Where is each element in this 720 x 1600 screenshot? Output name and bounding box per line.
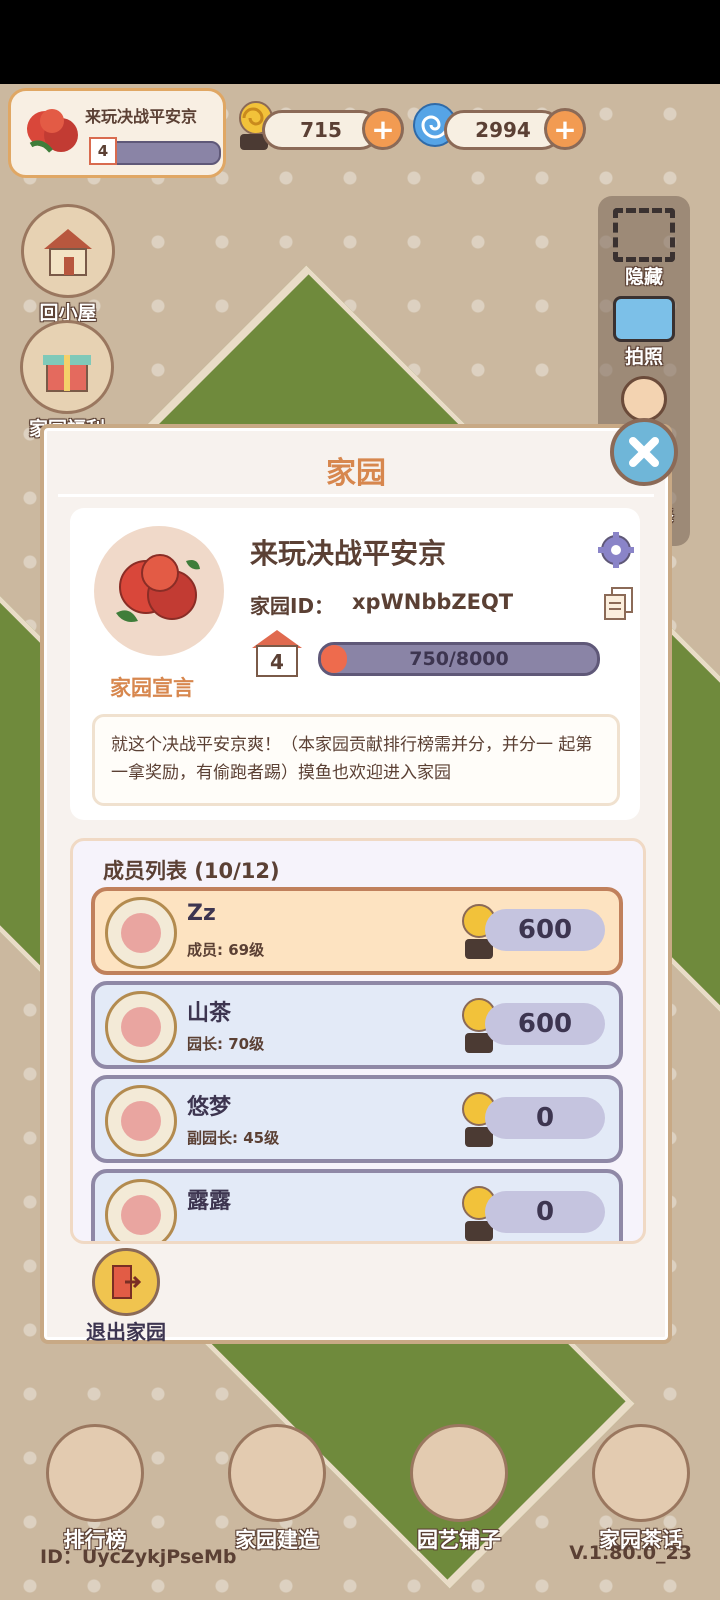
dialog-title: 家园 bbox=[326, 456, 386, 491]
member-list-title: 成员列表 (10/12) bbox=[103, 859, 280, 883]
member-score: 600 bbox=[485, 909, 605, 951]
exit-home-label: 退出家园 bbox=[86, 1320, 166, 1344]
nav-build[interactable]: 家园建造 bbox=[222, 1424, 332, 1554]
nav-shop[interactable]: 园艺铺子 bbox=[404, 1424, 514, 1554]
home-info-card: 家园宣言 来玩决战平安京 家园ID： xpWNbbZEQT 4 750/8000… bbox=[70, 508, 640, 820]
exp-bar: 750/8000 bbox=[318, 642, 600, 676]
gray-cat-avatar bbox=[105, 1085, 177, 1157]
character-icon bbox=[621, 376, 667, 422]
member-row[interactable]: 露露 0 bbox=[91, 1169, 623, 1241]
member-row[interactable]: 悠梦副园长: 45级 0 bbox=[91, 1075, 623, 1163]
member-role: 成员: 69级 bbox=[187, 941, 265, 959]
character-button[interactable] bbox=[598, 376, 690, 422]
nav-chat[interactable]: 家园茶话 bbox=[586, 1424, 696, 1554]
exit-door-icon bbox=[92, 1248, 160, 1316]
family-name: 来玩决战平安京 bbox=[85, 107, 198, 126]
bricks-icon bbox=[228, 1424, 326, 1522]
member-list: 成员列表 (10/12) Zz 成员: 69级 600 山茶园长: 70级 600 悠梦副… bbox=[70, 838, 646, 1244]
rose-emblem-icon bbox=[116, 554, 200, 622]
member-row[interactable]: 山茶园长: 70级 600 bbox=[91, 981, 623, 1069]
home-name: 来玩决战平安京 bbox=[250, 537, 447, 570]
photo-button[interactable]: 拍照 bbox=[598, 296, 690, 369]
exit-home-button[interactable]: 退出家园 bbox=[66, 1248, 186, 1345]
chat-bubble-icon bbox=[592, 1424, 690, 1522]
version-label: V.1.80.0_23 bbox=[569, 1542, 692, 1564]
close-icon bbox=[629, 437, 659, 467]
member-name: Zz bbox=[187, 901, 216, 926]
strawberry-avatar bbox=[105, 1179, 177, 1241]
player-id: ID：UycZykjPseMb bbox=[40, 1546, 237, 1568]
member-role: 园长: 70级 bbox=[187, 1035, 265, 1053]
hide-button[interactable]: 隐藏 bbox=[598, 208, 690, 289]
photo-label: 拍照 bbox=[624, 346, 663, 368]
home-dialog: 家园 家园宣言 来玩决战平安京 家园ID： xpWNbbZEQT 4 750/8… bbox=[40, 424, 672, 1344]
exp-text: 750/8000 bbox=[409, 648, 509, 670]
member-row[interactable]: Zz 成员: 69级 600 bbox=[91, 887, 623, 975]
add-snail-button[interactable]: + bbox=[362, 108, 404, 150]
nav-shop-label: 园艺铺子 bbox=[417, 1528, 501, 1552]
family-badge[interactable]: 来玩决战平安京 4 bbox=[8, 88, 226, 178]
home-emblem bbox=[94, 526, 224, 656]
member-name: 山茶 bbox=[187, 1001, 232, 1026]
copy-icon[interactable] bbox=[602, 586, 636, 622]
member-role: 副园长: 45级 bbox=[187, 1129, 280, 1147]
member-name: 悠梦 bbox=[187, 1095, 232, 1120]
tulip-avatar bbox=[105, 897, 177, 969]
declaration-text: 就这个决战平安京爽！（本家园贡献排行榜需并分，并分一 起第一拿奖励，有偷跑者踢）… bbox=[92, 714, 620, 806]
settings-gear-icon[interactable] bbox=[596, 530, 636, 570]
member-score: 0 bbox=[485, 1191, 605, 1233]
gift-icon bbox=[20, 320, 114, 414]
camera-icon bbox=[613, 296, 675, 342]
title-divider bbox=[58, 494, 654, 497]
home-level-icon: 4 bbox=[250, 628, 304, 678]
home-welfare-button[interactable]: 家园福利 bbox=[12, 320, 122, 441]
close-button[interactable] bbox=[610, 418, 678, 486]
ranking-icon bbox=[46, 1424, 144, 1522]
go-home-button[interactable]: 回小屋 bbox=[18, 204, 118, 325]
nav-ranking[interactable]: 排行榜 bbox=[40, 1424, 150, 1554]
member-name: 露露 bbox=[187, 1189, 232, 1214]
hide-label: 隐藏 bbox=[624, 266, 663, 288]
member-score: 0 bbox=[485, 1097, 605, 1139]
member-score: 600 bbox=[485, 1003, 605, 1045]
add-swirl-button[interactable]: + bbox=[544, 108, 586, 150]
home-id-value: xpWNbbZEQT bbox=[352, 590, 514, 614]
declaration-label[interactable]: 家园宣言 bbox=[110, 672, 194, 702]
house-icon bbox=[21, 204, 115, 298]
home-level: 4 bbox=[270, 650, 284, 674]
family-level-badge: 4 bbox=[89, 137, 117, 165]
rose-emblem-icon bbox=[19, 99, 85, 165]
nav-build-label: 家园建造 bbox=[235, 1528, 319, 1552]
home-id-label: 家园ID： bbox=[250, 594, 335, 618]
planter-icon bbox=[410, 1424, 508, 1522]
black-cat-avatar bbox=[105, 991, 177, 1063]
frame-icon bbox=[613, 208, 675, 262]
